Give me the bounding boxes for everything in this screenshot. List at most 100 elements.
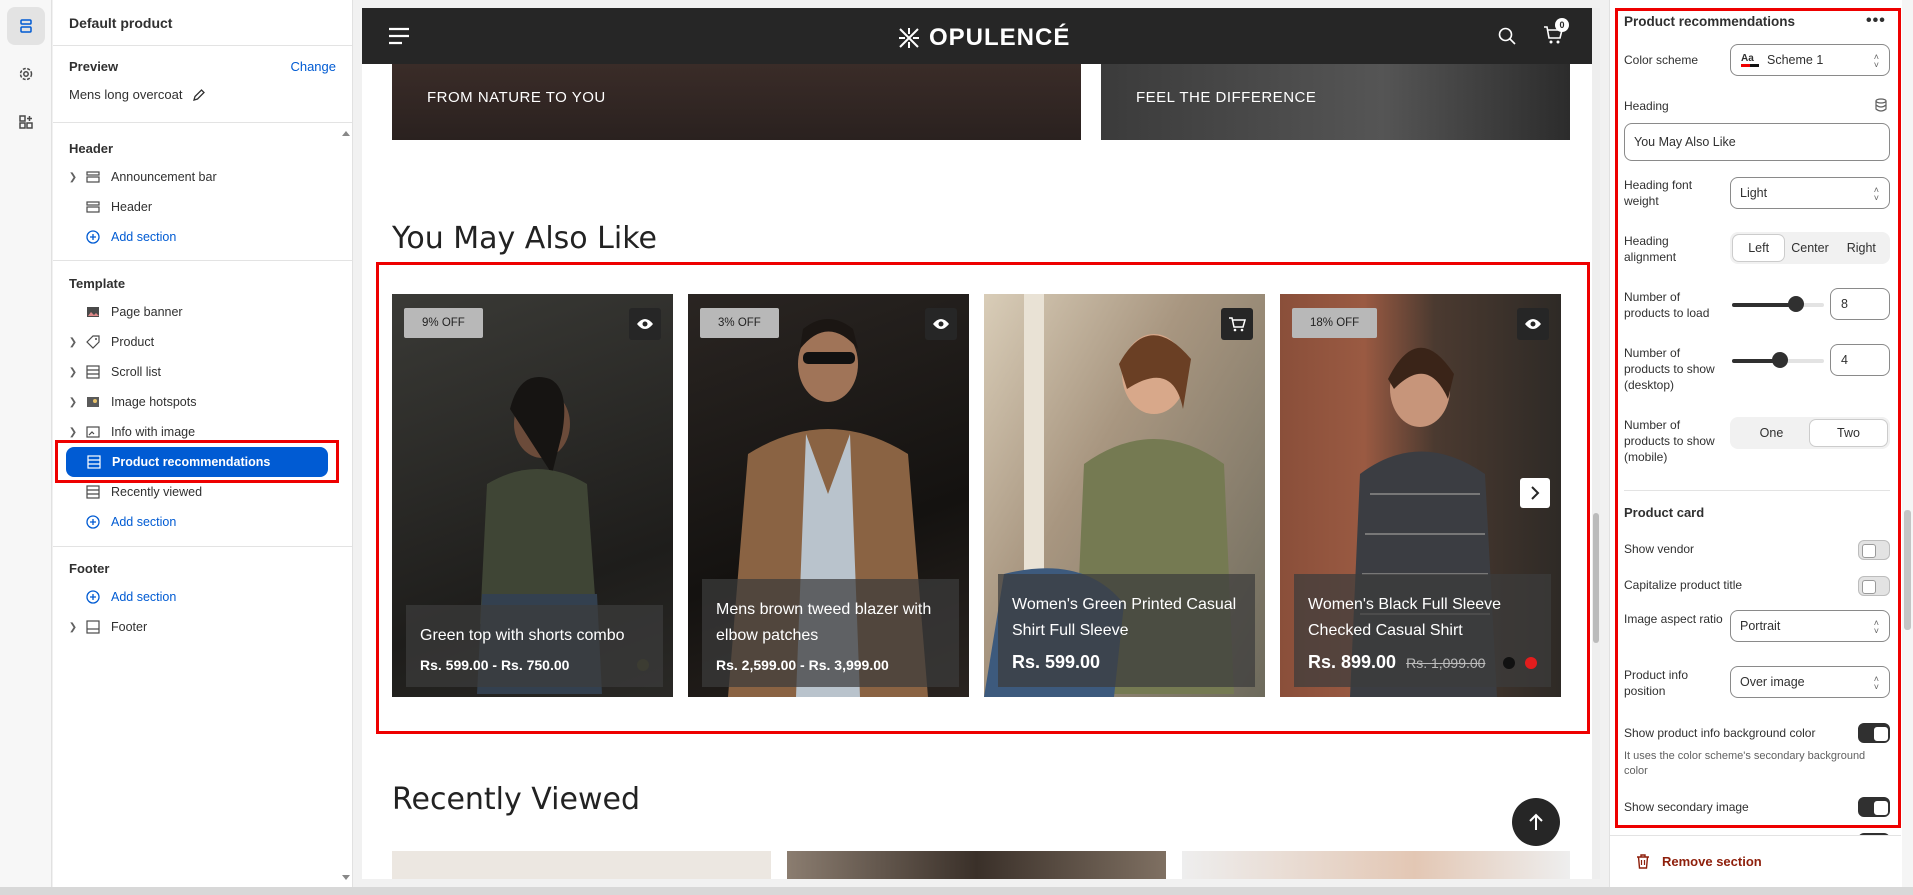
- settings-panel: Product recommendations ••• Color scheme…: [1609, 0, 1913, 887]
- change-preview-link[interactable]: Change: [290, 59, 336, 74]
- show-vendor-label: Show vendor: [1624, 542, 1695, 556]
- image-text-icon: [85, 424, 101, 440]
- tag-icon: [85, 334, 101, 350]
- recent-product-card[interactable]: [1182, 851, 1570, 879]
- color-scheme-value: Scheme 1: [1767, 53, 1824, 67]
- banner-right[interactable]: FEEL THE DIFFERENCE: [1101, 64, 1570, 140]
- apps-icon[interactable]: [7, 103, 45, 141]
- chevron-right-icon[interactable]: ❯: [65, 397, 81, 408]
- preview-scrollbar[interactable]: [1592, 8, 1600, 879]
- quick-view-eye-icon[interactable]: [925, 308, 957, 340]
- store-logo[interactable]: OPULENCÉ: [897, 24, 1070, 52]
- secondary-image-label: Show secondary image: [1624, 800, 1749, 814]
- cart-icon[interactable]: 0: [1543, 18, 1569, 48]
- sidebar-item-announcement-bar[interactable]: ❯ Announcement bar: [65, 162, 335, 192]
- product-title[interactable]: Green top with shorts combo: [420, 623, 649, 649]
- quick-view-eye-icon[interactable]: [629, 308, 661, 340]
- add-section-footer[interactable]: Add section: [65, 582, 335, 612]
- sections-panel: Default product Preview Change Mens long…: [53, 0, 353, 887]
- products-load-slider[interactable]: [1732, 296, 1824, 312]
- discount-badge: 9% OFF: [404, 308, 483, 338]
- mobile-one-option[interactable]: One: [1733, 420, 1810, 446]
- edit-pencil-icon[interactable]: [192, 88, 206, 102]
- align-left-option[interactable]: Left: [1733, 235, 1785, 261]
- chevron-right-icon[interactable]: ❯: [65, 622, 81, 633]
- carousel-next-button[interactable]: [1520, 478, 1550, 508]
- preview-product: Mens long overcoat: [69, 87, 206, 102]
- page-title[interactable]: Default product: [69, 15, 172, 31]
- chevron-right-icon: [1531, 486, 1540, 500]
- sidebar-item-label: Info with image: [111, 425, 196, 439]
- product-card[interactable]: Women's Green Printed Casual Shirt Full …: [984, 294, 1265, 697]
- horizontal-scrollbar[interactable]: [0, 887, 1913, 895]
- heading-input[interactable]: You May Also Like: [1624, 123, 1890, 161]
- banner-left[interactable]: FROM NATURE TO YOU: [392, 64, 1081, 140]
- color-scheme-label: Color scheme: [1624, 53, 1699, 67]
- dynamic-source-icon[interactable]: [1874, 98, 1888, 115]
- product-info: Women's Green Printed Casual Shirt Full …: [998, 574, 1255, 687]
- show-vendor-toggle[interactable]: [1858, 540, 1890, 560]
- add-section-header[interactable]: Add section: [65, 222, 335, 252]
- sidebar-item-product-recommendations[interactable]: Product recommendations: [66, 447, 328, 477]
- sidebar-item-recently-viewed[interactable]: Recently viewed: [65, 477, 335, 507]
- slider-handle[interactable]: [1772, 352, 1788, 368]
- select-arrows-icon: ˄ ˅: [1873, 618, 1879, 636]
- back-to-top-button[interactable]: [1512, 798, 1560, 846]
- menu-hamburger-icon[interactable]: [388, 26, 410, 49]
- sidebar-item-image-hotspots[interactable]: ❯ Image hotspots: [65, 387, 335, 417]
- product-title[interactable]: Women's Green Printed Casual Shirt Full …: [1012, 592, 1241, 644]
- product-title[interactable]: Mens brown tweed blazer with elbow patch…: [716, 597, 945, 649]
- sidebar-item-info-with-image[interactable]: ❯ Info with image: [65, 417, 335, 447]
- chevron-right-icon[interactable]: ❯: [65, 337, 81, 348]
- product-card[interactable]: 3% OFF Mens brown tweed blazer with elbo…: [688, 294, 969, 697]
- sidebar-item-label: Image hotspots: [111, 395, 197, 409]
- chevron-right-icon[interactable]: ❯: [65, 172, 81, 183]
- product-info: Green top with shorts combo Rs. 599.00 -…: [406, 605, 663, 687]
- chevron-right-icon[interactable]: ❯: [65, 367, 81, 378]
- sidebar-item-header[interactable]: Header: [65, 192, 335, 222]
- color-swatch[interactable]: [637, 659, 649, 671]
- align-center-option[interactable]: Center: [1784, 235, 1835, 261]
- aspect-ratio-value: Portrait: [1740, 619, 1781, 633]
- add-section-template[interactable]: Add section: [65, 507, 335, 537]
- search-icon[interactable]: [1498, 27, 1516, 48]
- recent-product-card[interactable]: [392, 851, 771, 879]
- more-options-icon[interactable]: •••: [1866, 12, 1886, 30]
- color-swatch[interactable]: [1503, 656, 1515, 669]
- heading-input-value: You May Also Like: [1634, 135, 1736, 149]
- remove-section-button[interactable]: Remove section: [1610, 835, 1901, 887]
- chevron-right-icon[interactable]: ❯: [65, 427, 81, 438]
- secondary-image-toggle[interactable]: [1858, 797, 1890, 817]
- mobile-two-option[interactable]: Two: [1810, 420, 1887, 446]
- info-position-select[interactable]: Over image ˄ ˅: [1730, 666, 1890, 698]
- sections-icon[interactable]: [7, 7, 45, 45]
- info-bg-toggle[interactable]: [1858, 723, 1890, 743]
- add-to-cart-icon[interactable]: [1221, 308, 1253, 340]
- products-desktop-input[interactable]: 4: [1830, 344, 1890, 376]
- slider-handle[interactable]: [1788, 296, 1804, 312]
- product-card[interactable]: 9% OFF Green top with shorts combo Rs. 5…: [392, 294, 673, 697]
- sidebar-item-page-banner[interactable]: Page banner: [65, 297, 335, 327]
- product-info: Mens brown tweed blazer with elbow patch…: [702, 579, 959, 687]
- settings-scrollbar[interactable]: [1902, 0, 1913, 887]
- recently-viewed-heading: Recently Viewed: [392, 782, 640, 817]
- color-scheme-select[interactable]: Aa Scheme 1 ˄ ˅: [1730, 44, 1890, 76]
- product-title[interactable]: Women's Black Full Sleeve Checked Casual…: [1308, 592, 1537, 644]
- product-card[interactable]: 18% OFF Women's Black Full Sleeve Checke…: [1280, 294, 1561, 697]
- quick-view-eye-icon[interactable]: [1517, 308, 1549, 340]
- aspect-ratio-select[interactable]: Portrait ˄ ˅: [1730, 610, 1890, 642]
- capitalize-toggle[interactable]: [1858, 576, 1890, 596]
- sidebar-item-scroll-list[interactable]: ❯ Scroll list: [65, 357, 335, 387]
- font-weight-select[interactable]: Light ˄ ˅: [1730, 177, 1890, 209]
- color-swatch[interactable]: [1525, 656, 1537, 669]
- settings-gear-icon[interactable]: [7, 55, 45, 93]
- recent-product-card[interactable]: [787, 851, 1166, 879]
- sidebar-item-product[interactable]: ❯ Product: [65, 327, 335, 357]
- section-icon: [85, 364, 101, 380]
- align-right-option[interactable]: Right: [1836, 235, 1887, 261]
- products-load-input[interactable]: 8: [1830, 288, 1890, 320]
- sidebar-scrollbar[interactable]: [342, 128, 350, 883]
- sidebar-item-footer[interactable]: ❯ Footer: [65, 612, 335, 642]
- products-desktop-slider[interactable]: [1732, 352, 1824, 368]
- product-price-row: Rs. 599.00 - Rs. 750.00: [420, 657, 649, 673]
